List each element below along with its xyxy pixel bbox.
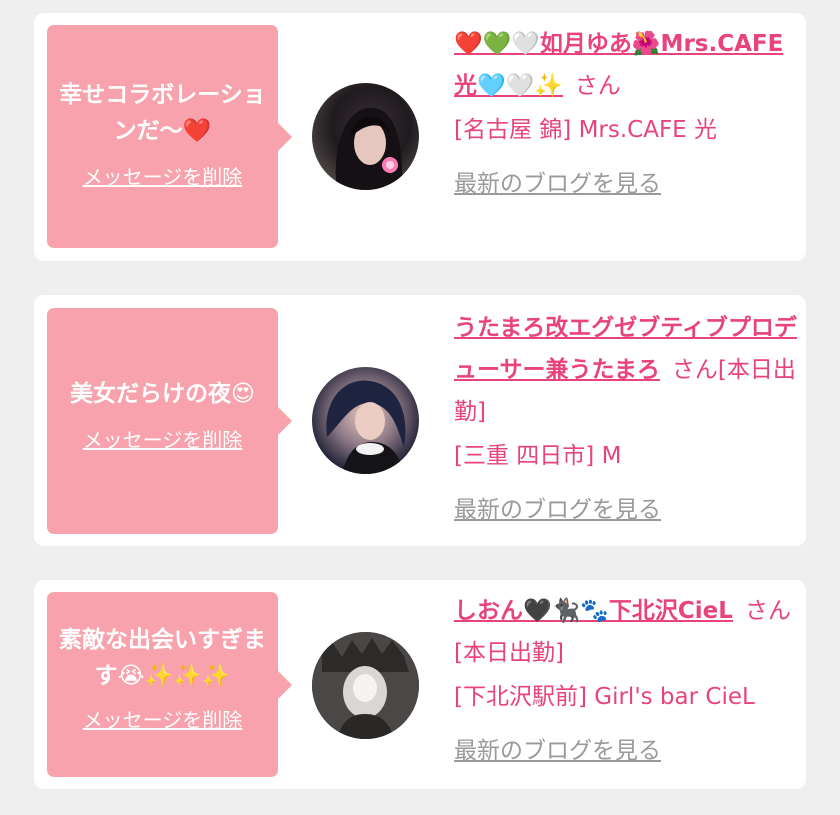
message-card: 美女だらけの夜😍 メッセージを削除 うたまろ改エグゼブティブプロデューサー兼うた… xyxy=(34,295,806,546)
profile-photo-icon xyxy=(312,632,419,739)
message-bubble: 美女だらけの夜😍 メッセージを削除 xyxy=(47,308,292,534)
message-bubble: 幸せコラボレーションだ〜❤️ メッセージを削除 xyxy=(47,25,292,248)
honorific: さん xyxy=(744,598,791,624)
honorific: さん xyxy=(574,73,621,99)
message-text: 幸せコラボレーションだ〜❤️ xyxy=(59,82,266,144)
profile-photo-icon xyxy=(326,380,406,474)
attendance-status: [本日出勤] xyxy=(454,640,564,666)
honorific: さん xyxy=(671,357,718,383)
message-list: 幸せコラボレーションだ〜❤️ メッセージを削除 ❤️💚🤍如月ゆあ🌺Mrs.CAF… xyxy=(0,0,840,815)
member-name-link[interactable]: しおん🖤🐈‍⬛🐾下北沢CieL xyxy=(454,598,733,624)
message-text: 美女だらけの夜😍 xyxy=(70,381,255,407)
message-text: 素敵な出会いすぎます😭✨✨✨ xyxy=(59,627,266,689)
profile-photo-icon xyxy=(335,107,403,190)
latest-blog-link[interactable]: 最新のブログを見る xyxy=(454,730,661,772)
delete-message-link[interactable]: メッセージを削除 xyxy=(83,704,243,733)
message-card: 幸せコラボレーションだ〜❤️ メッセージを削除 ❤️💚🤍如月ゆあ🌺Mrs.CAF… xyxy=(34,13,806,261)
latest-blog-link[interactable]: 最新のブログを見る xyxy=(454,163,661,205)
message-bubble: 素敵な出会いすぎます😭✨✨✨ メッセージを削除 xyxy=(47,592,292,777)
member-info: しおん🖤🐈‍⬛🐾下北沢CieL さん [本日出勤] [下北沢駅前] Girl's b… xyxy=(454,590,799,772)
member-info: ❤️💚🤍如月ゆあ🌺Mrs.CAFE光🩵🤍✨ さん [名古屋 錦] Mrs.CAFE… xyxy=(454,23,799,205)
message-card: 素敵な出会いすぎます😭✨✨✨ メッセージを削除 しおん🖤🐈‍⬛🐾下北沢CieL さ… xyxy=(34,580,806,789)
avatar[interactable] xyxy=(312,632,419,739)
store-label: [下北沢駅前] Girl's bar CieL xyxy=(454,684,755,710)
delete-message-link[interactable]: メッセージを削除 xyxy=(83,424,243,453)
delete-message-link[interactable]: メッセージを削除 xyxy=(83,161,243,190)
avatar[interactable] xyxy=(312,83,419,190)
avatar[interactable] xyxy=(312,367,419,474)
store-label: [名古屋 錦] Mrs.CAFE 光 xyxy=(454,117,718,143)
member-info: うたまろ改エグゼブティブプロデューサー兼うたまろ さん[本日出勤] [三重 四日市… xyxy=(454,307,799,531)
store-label: [三重 四日市] M xyxy=(454,443,622,469)
latest-blog-link[interactable]: 最新のブログを見る xyxy=(454,489,661,531)
